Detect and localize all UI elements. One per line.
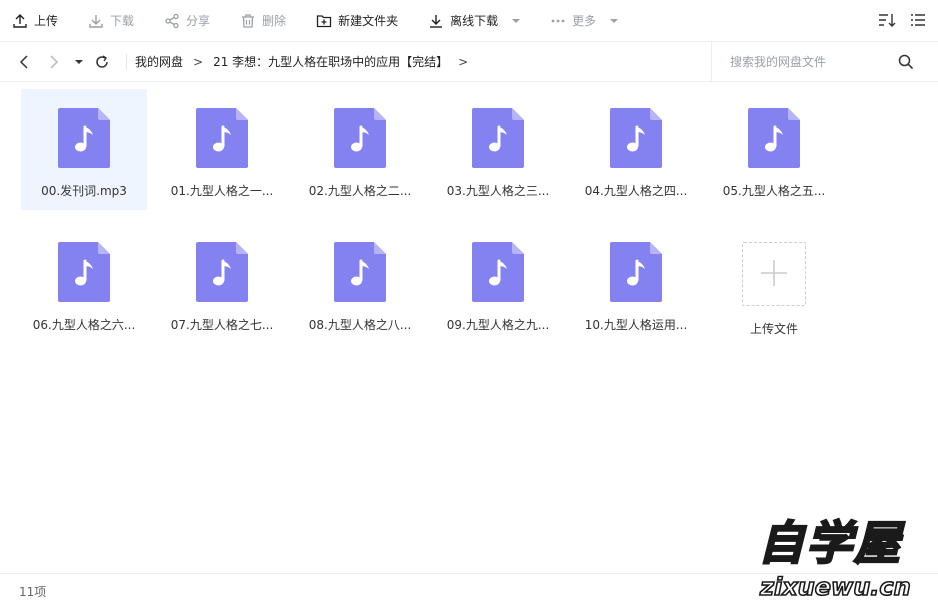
chevron-down-icon[interactable]: [610, 14, 619, 28]
file-name: 00.发刊词.mp3: [41, 184, 127, 198]
audio-file-icon: [58, 108, 110, 168]
file-item[interactable]: 06.九型人格之六...: [21, 223, 147, 344]
navigation-bar: 我的网盘 > 21 李想：九型人格在职场中的应用【完结】 >: [0, 42, 938, 82]
file-item[interactable]: 03.九型人格之三...: [435, 89, 561, 210]
file-item[interactable]: 01.九型人格之一...: [159, 89, 285, 210]
file-name: 03.九型人格之三...: [446, 184, 550, 198]
forward-arrow-icon[interactable]: [44, 52, 64, 72]
offline-download-label: 离线下载: [450, 14, 499, 28]
share-label: 分享: [186, 14, 211, 28]
plus-icon: [759, 258, 789, 291]
upload-icon: [12, 13, 28, 29]
download-label: 下载: [110, 14, 135, 28]
breadcrumb: 我的网盘 > 21 李想：九型人格在职场中的应用【完结】 >: [135, 53, 478, 70]
audio-file-icon: [610, 108, 662, 168]
download-button[interactable]: 下载: [88, 0, 134, 42]
toolbar: 上传 下载 分享 删除 新建文件夹 离线下载 更多: [0, 0, 938, 42]
watermark-line2: zixuewu.cn: [759, 573, 911, 601]
new-folder-label: 新建文件夹: [338, 14, 399, 28]
upload-file-label: 上传文件: [749, 322, 798, 336]
breadcrumb-current-folder[interactable]: 21 李想：九型人格在职场中的应用【完结】: [213, 53, 448, 70]
watermark-logo: 自学屋 zixuewu.cn: [752, 507, 932, 603]
file-name: 04.九型人格之四...: [584, 184, 688, 198]
audio-file-icon: [748, 108, 800, 168]
chevron-down-icon[interactable]: [512, 14, 521, 28]
share-icon: [164, 13, 180, 29]
audio-file-icon: [196, 242, 248, 302]
search-box: [711, 42, 938, 82]
file-name: 09.九型人格之九...: [446, 318, 550, 332]
breadcrumb-separator: >: [193, 54, 204, 69]
file-item[interactable]: 08.九型人格之八...: [297, 223, 423, 344]
history-dropdown-icon[interactable]: [74, 52, 84, 72]
upload-label: 上传: [34, 14, 59, 28]
nav-divider: [126, 53, 127, 70]
upload-file-tile[interactable]: 上传文件: [711, 223, 837, 344]
download-icon: [88, 13, 104, 29]
file-item[interactable]: 02.九型人格之二...: [297, 89, 423, 210]
audio-file-icon: [610, 242, 662, 302]
delete-button[interactable]: 删除: [240, 0, 286, 42]
file-item[interactable]: 09.九型人格之九...: [435, 223, 561, 344]
file-item[interactable]: 00.发刊词.mp3: [21, 89, 147, 210]
file-item[interactable]: 05.九型人格之五...: [711, 89, 837, 210]
file-name: 07.九型人格之七...: [170, 318, 274, 332]
more-label: 更多: [572, 14, 597, 28]
delete-label: 删除: [262, 14, 287, 28]
file-name: 10.九型人格运用...: [584, 318, 688, 332]
trash-icon: [240, 13, 256, 29]
breadcrumb-separator[interactable]: >: [458, 55, 468, 69]
back-arrow-icon[interactable]: [14, 52, 34, 72]
audio-file-icon: [196, 108, 248, 168]
list-view-icon[interactable]: [910, 12, 926, 31]
sort-icon[interactable]: [878, 12, 896, 31]
file-item[interactable]: 10.九型人格运用...: [573, 223, 699, 344]
audio-file-icon: [334, 242, 386, 302]
share-button[interactable]: 分享: [164, 0, 210, 42]
new-folder-button[interactable]: 新建文件夹: [316, 0, 398, 42]
file-name: 08.九型人格之八...: [308, 318, 412, 332]
file-name: 01.九型人格之一...: [170, 184, 274, 198]
upload-drop-box[interactable]: [742, 242, 806, 306]
upload-button[interactable]: 上传: [12, 0, 58, 42]
audio-file-icon: [334, 108, 386, 168]
file-name: 02.九型人格之二...: [308, 184, 412, 198]
search-input[interactable]: [730, 55, 890, 69]
file-item[interactable]: 04.九型人格之四...: [573, 89, 699, 210]
offline-download-icon: [428, 13, 444, 29]
more-button[interactable]: 更多: [550, 0, 619, 42]
watermark-line1: 自学屋: [758, 516, 905, 570]
audio-file-icon: [472, 242, 524, 302]
file-name: 06.九型人格之六...: [32, 318, 136, 332]
new-folder-icon: [316, 13, 332, 29]
file-name: 05.九型人格之五...: [722, 184, 826, 198]
audio-file-icon: [472, 108, 524, 168]
view-controls: [878, 0, 926, 42]
offline-download-button[interactable]: 离线下载: [428, 0, 521, 42]
item-count: 11项: [19, 584, 47, 599]
more-dots-icon: [550, 13, 566, 29]
refresh-icon[interactable]: [92, 52, 112, 72]
search-icon[interactable]: [898, 54, 914, 70]
breadcrumb-root[interactable]: 我的网盘: [135, 53, 183, 70]
audio-file-icon: [58, 242, 110, 302]
file-item[interactable]: 07.九型人格之七...: [159, 223, 285, 344]
